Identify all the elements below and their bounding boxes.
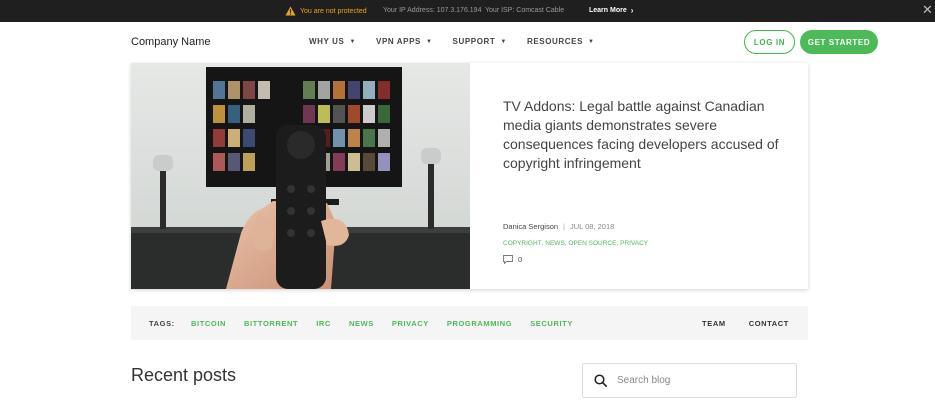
post-meta: Danica Sergison | JUL 08, 2018: [503, 222, 614, 231]
tag-privacy[interactable]: PRIVACY: [392, 319, 429, 328]
get-started-button[interactable]: GET STARTED: [800, 30, 878, 54]
company-logo[interactable]: Company Name: [131, 36, 210, 48]
blog-search[interactable]: [582, 363, 797, 398]
blog-links: TEAM CONTACT: [679, 319, 789, 328]
nav-vpn-apps[interactable]: VPN APPS ▼: [376, 37, 433, 46]
nav-label: WHY US: [309, 37, 345, 46]
post-categories: COPYRIGHT, NEWS, OPEN SOURCE, PRIVACY: [503, 240, 648, 247]
tag-news[interactable]: NEWS: [349, 319, 374, 328]
post-author[interactable]: Danica Sergison: [503, 222, 558, 231]
chevron-right-icon: ›: [630, 6, 634, 15]
post-date: JUL 08, 2018: [569, 222, 615, 231]
search-icon: [594, 374, 607, 387]
category-link[interactable]: COPYRIGHT: [503, 240, 542, 247]
tags-label: TAGS:: [149, 319, 175, 328]
comment-count: 0: [518, 255, 523, 264]
learn-more-link[interactable]: Learn More ›: [589, 6, 633, 15]
category-link[interactable]: OPEN SOURCE: [568, 240, 616, 247]
featured-post-card[interactable]: TV Addons: Legal battle against Canadian…: [131, 63, 808, 289]
warning-status: You are not protected: [285, 6, 367, 16]
caret-down-icon: ▼: [349, 38, 357, 45]
featured-post-image[interactable]: [131, 63, 470, 289]
isp-name: Your ISP: Comcast Cable: [485, 7, 565, 14]
warning-icon: [285, 6, 296, 16]
tag-list: BITCOIN BITTORRENT IRC NEWS PRIVACY PROG…: [191, 319, 591, 328]
caret-down-icon: ▼: [425, 38, 433, 45]
warning-text: You are not protected: [300, 7, 367, 15]
search-input[interactable]: [617, 375, 787, 386]
contact-link[interactable]: CONTACT: [749, 319, 789, 328]
tag-bitcoin[interactable]: BITCOIN: [191, 319, 226, 328]
ip-address: Your IP Address: 107.3.176.194: [383, 7, 482, 14]
tag-security[interactable]: SECURITY: [530, 319, 573, 328]
nav-resources[interactable]: RESOURCES ▼: [527, 37, 595, 46]
category-link[interactable]: NEWS: [545, 240, 565, 247]
caret-down-icon: ▼: [588, 38, 595, 45]
nav-label: VPN APPS: [376, 37, 421, 46]
protection-warning-bar: You are not protected Your IP Address: 1…: [0, 0, 935, 22]
nav-label: SUPPORT: [452, 37, 496, 46]
close-icon[interactable]: ✕: [922, 3, 933, 17]
comment-icon: [503, 255, 513, 264]
tag-programming[interactable]: PROGRAMMING: [447, 319, 512, 328]
meta-separator: |: [563, 222, 565, 231]
login-button[interactable]: LOG IN: [744, 30, 795, 54]
featured-post-title[interactable]: TV Addons: Legal battle against Canadian…: [503, 97, 793, 173]
tags-bar: TAGS: BITCOIN BITTORRENT IRC NEWS PRIVAC…: [131, 306, 808, 340]
nav-label: RESOURCES: [526, 37, 584, 46]
team-link[interactable]: TEAM: [702, 319, 726, 328]
featured-post-content: TV Addons: Legal battle against Canadian…: [503, 63, 793, 289]
category-link[interactable]: PRIVACY: [620, 240, 648, 247]
nav-support[interactable]: SUPPORT ▼: [453, 37, 507, 46]
learn-more-label: Learn More: [589, 7, 627, 14]
tv-remote-photo: [131, 63, 470, 289]
caret-down-icon: ▼: [500, 38, 507, 45]
nav-why-us[interactable]: WHY US ▼: [309, 37, 356, 46]
tag-irc[interactable]: IRC: [316, 319, 331, 328]
tag-bittorrent[interactable]: BITTORRENT: [244, 319, 298, 328]
main-nav: WHY US ▼ VPN APPS ▼ SUPPORT ▼ RESOURCES …: [309, 37, 615, 46]
comments-link[interactable]: 0: [503, 255, 522, 264]
recent-posts-heading: Recent posts: [131, 365, 237, 385]
